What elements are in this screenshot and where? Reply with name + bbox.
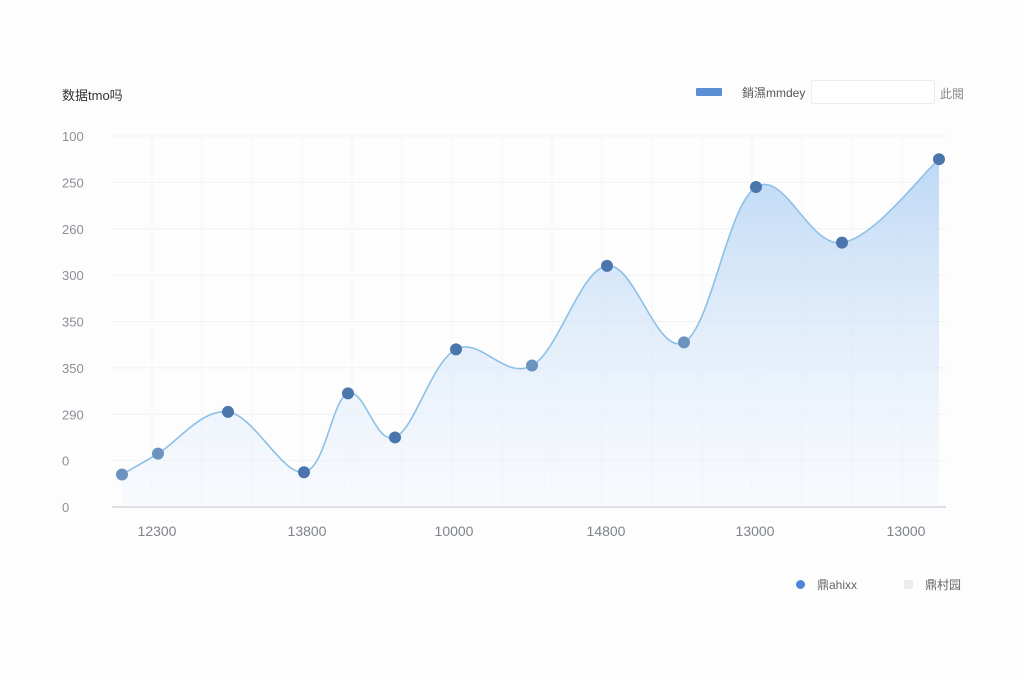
bottom-legend-item-2[interactable]: 鼎村园 <box>904 576 961 593</box>
y-tick-label: 290 <box>62 407 84 422</box>
data-point[interactable] <box>750 181 762 194</box>
data-point[interactable] <box>678 336 690 349</box>
data-point[interactable] <box>116 468 128 481</box>
data-point[interactable] <box>836 236 848 249</box>
y-tick-label: 0 <box>62 454 69 469</box>
x-tick-label: 14800 <box>587 523 626 539</box>
area-chart: 100 250 260 300 350 350 290 0 0 12300 13800 10000 14… <box>62 129 946 539</box>
data-point[interactable] <box>342 387 354 400</box>
y-tick-label: 300 <box>62 268 84 283</box>
y-tick-label: 0 <box>62 500 69 515</box>
bottom-legend-item-1[interactable]: 鼎ahixx <box>796 576 857 593</box>
x-tick-label: 12300 <box>138 523 177 539</box>
series-area <box>122 159 939 507</box>
y-tick-label: 350 <box>62 315 84 330</box>
data-point[interactable] <box>298 466 310 479</box>
y-tick-label: 250 <box>62 175 84 190</box>
x-tick-label: 13000 <box>887 523 926 539</box>
data-point[interactable] <box>450 343 462 356</box>
data-point[interactable] <box>152 447 164 460</box>
y-tick-label: 100 <box>62 129 84 144</box>
x-tick-label: 13800 <box>288 523 327 539</box>
x-tick-label: 10000 <box>435 523 474 539</box>
x-tick-label: 13000 <box>736 523 775 539</box>
bottom-legend-label: 鼎ahixx <box>817 578 858 592</box>
data-point[interactable] <box>222 405 234 418</box>
bottom-legend-label: 鼎村园 <box>925 578 962 592</box>
chart-panel: 数据tmo吗 銷濕mmdey 此閱 100 250 260 300 350 350 290 0… <box>0 0 1024 678</box>
data-point[interactable] <box>601 259 613 272</box>
legend-dot-icon <box>796 580 805 589</box>
data-point[interactable] <box>933 153 945 166</box>
data-point[interactable] <box>526 359 538 372</box>
y-tick-label: 260 <box>62 222 84 237</box>
legend-square-icon <box>904 580 913 589</box>
y-tick-label: 350 <box>62 361 84 376</box>
data-point[interactable] <box>389 431 401 444</box>
